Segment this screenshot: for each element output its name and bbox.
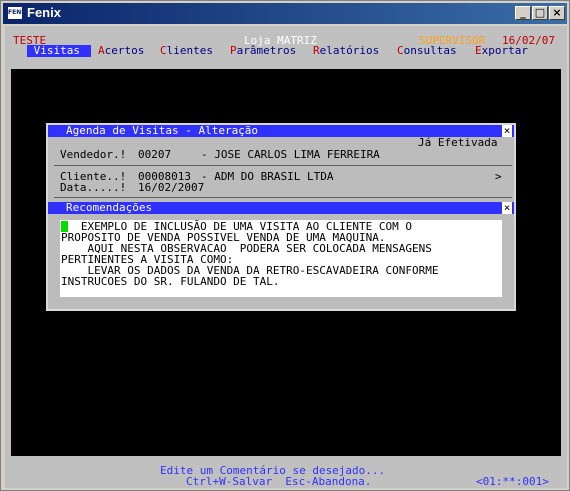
title-bar[interactable]: FENIX Fenix _ □ × — [3, 3, 567, 24]
app-logo-icon: FENIX — [7, 6, 28, 20]
divider — [54, 165, 512, 166]
divider — [54, 197, 512, 198]
menu-relatorios[interactable]: Relatórios — [313, 45, 379, 57]
menu-clientes[interactable]: Clientes — [160, 45, 213, 57]
data-label: Data.....! — [60, 181, 127, 194]
terminal-screen[interactable]: TESTE Loja MATRIZ SUPERVISOR 16/02/07 Vi… — [5, 26, 567, 488]
dialog-title: Agenda de Visitas - Alteração — [66, 124, 259, 137]
cursor-position: <01:**:001> — [476, 475, 549, 488]
main-menu: Visitas Acertos Clientes Parâmetros Rela… — [5, 45, 567, 57]
close-button[interactable]: × — [549, 6, 565, 20]
app-window: FENIX Fenix _ □ × TESTE Loja MATRIZ SUPE… — [0, 0, 570, 491]
visit-schedule-dialog: Agenda de Visitas - Alteração × Já Efeti… — [46, 123, 516, 311]
menu-visitas[interactable]: Visitas — [27, 45, 91, 57]
dialog-close-icon[interactable]: × — [502, 125, 512, 137]
menu-exportar[interactable]: Exportar — [475, 45, 528, 57]
menu-parametros[interactable]: Parâmetros — [230, 45, 296, 57]
vendedor-label: Vendedor.! — [60, 148, 127, 161]
data-field[interactable]: 16/02/2007 — [138, 182, 204, 194]
window-title: Fenix — [27, 5, 61, 20]
recommendations-title-bar: Recomendações × — [48, 202, 514, 214]
keyboard-shortcuts: Ctrl+W-Salvar Esc-Abandona. — [186, 475, 372, 488]
menu-acertos[interactable]: Acertos — [98, 45, 144, 57]
vendedor-name: - JOSE CARLOS LIMA FERREIRA — [201, 148, 380, 161]
minimize-button[interactable]: _ — [515, 6, 531, 20]
maximize-button[interactable]: □ — [532, 6, 548, 20]
cliente-more-icon[interactable]: > — [495, 171, 502, 183]
recommendations-title: Recomendações — [66, 201, 153, 214]
rec-line: INSTRUCOES DO SR. FULANDO DE TAL. — [61, 275, 280, 288]
visit-status: Já Efetivada — [418, 136, 498, 149]
vendedor-code-field[interactable]: 00207 — [138, 149, 171, 161]
cliente-name: - ADM DO BRASIL LTDA — [201, 170, 334, 183]
menu-consultas[interactable]: Consultas — [397, 45, 457, 57]
recommendations-close-icon[interactable]: × — [502, 202, 512, 214]
recommendations-textarea[interactable]: EXEMPLO DE INCLUSÃO DE UMA VISITA AO CLI… — [60, 220, 502, 297]
